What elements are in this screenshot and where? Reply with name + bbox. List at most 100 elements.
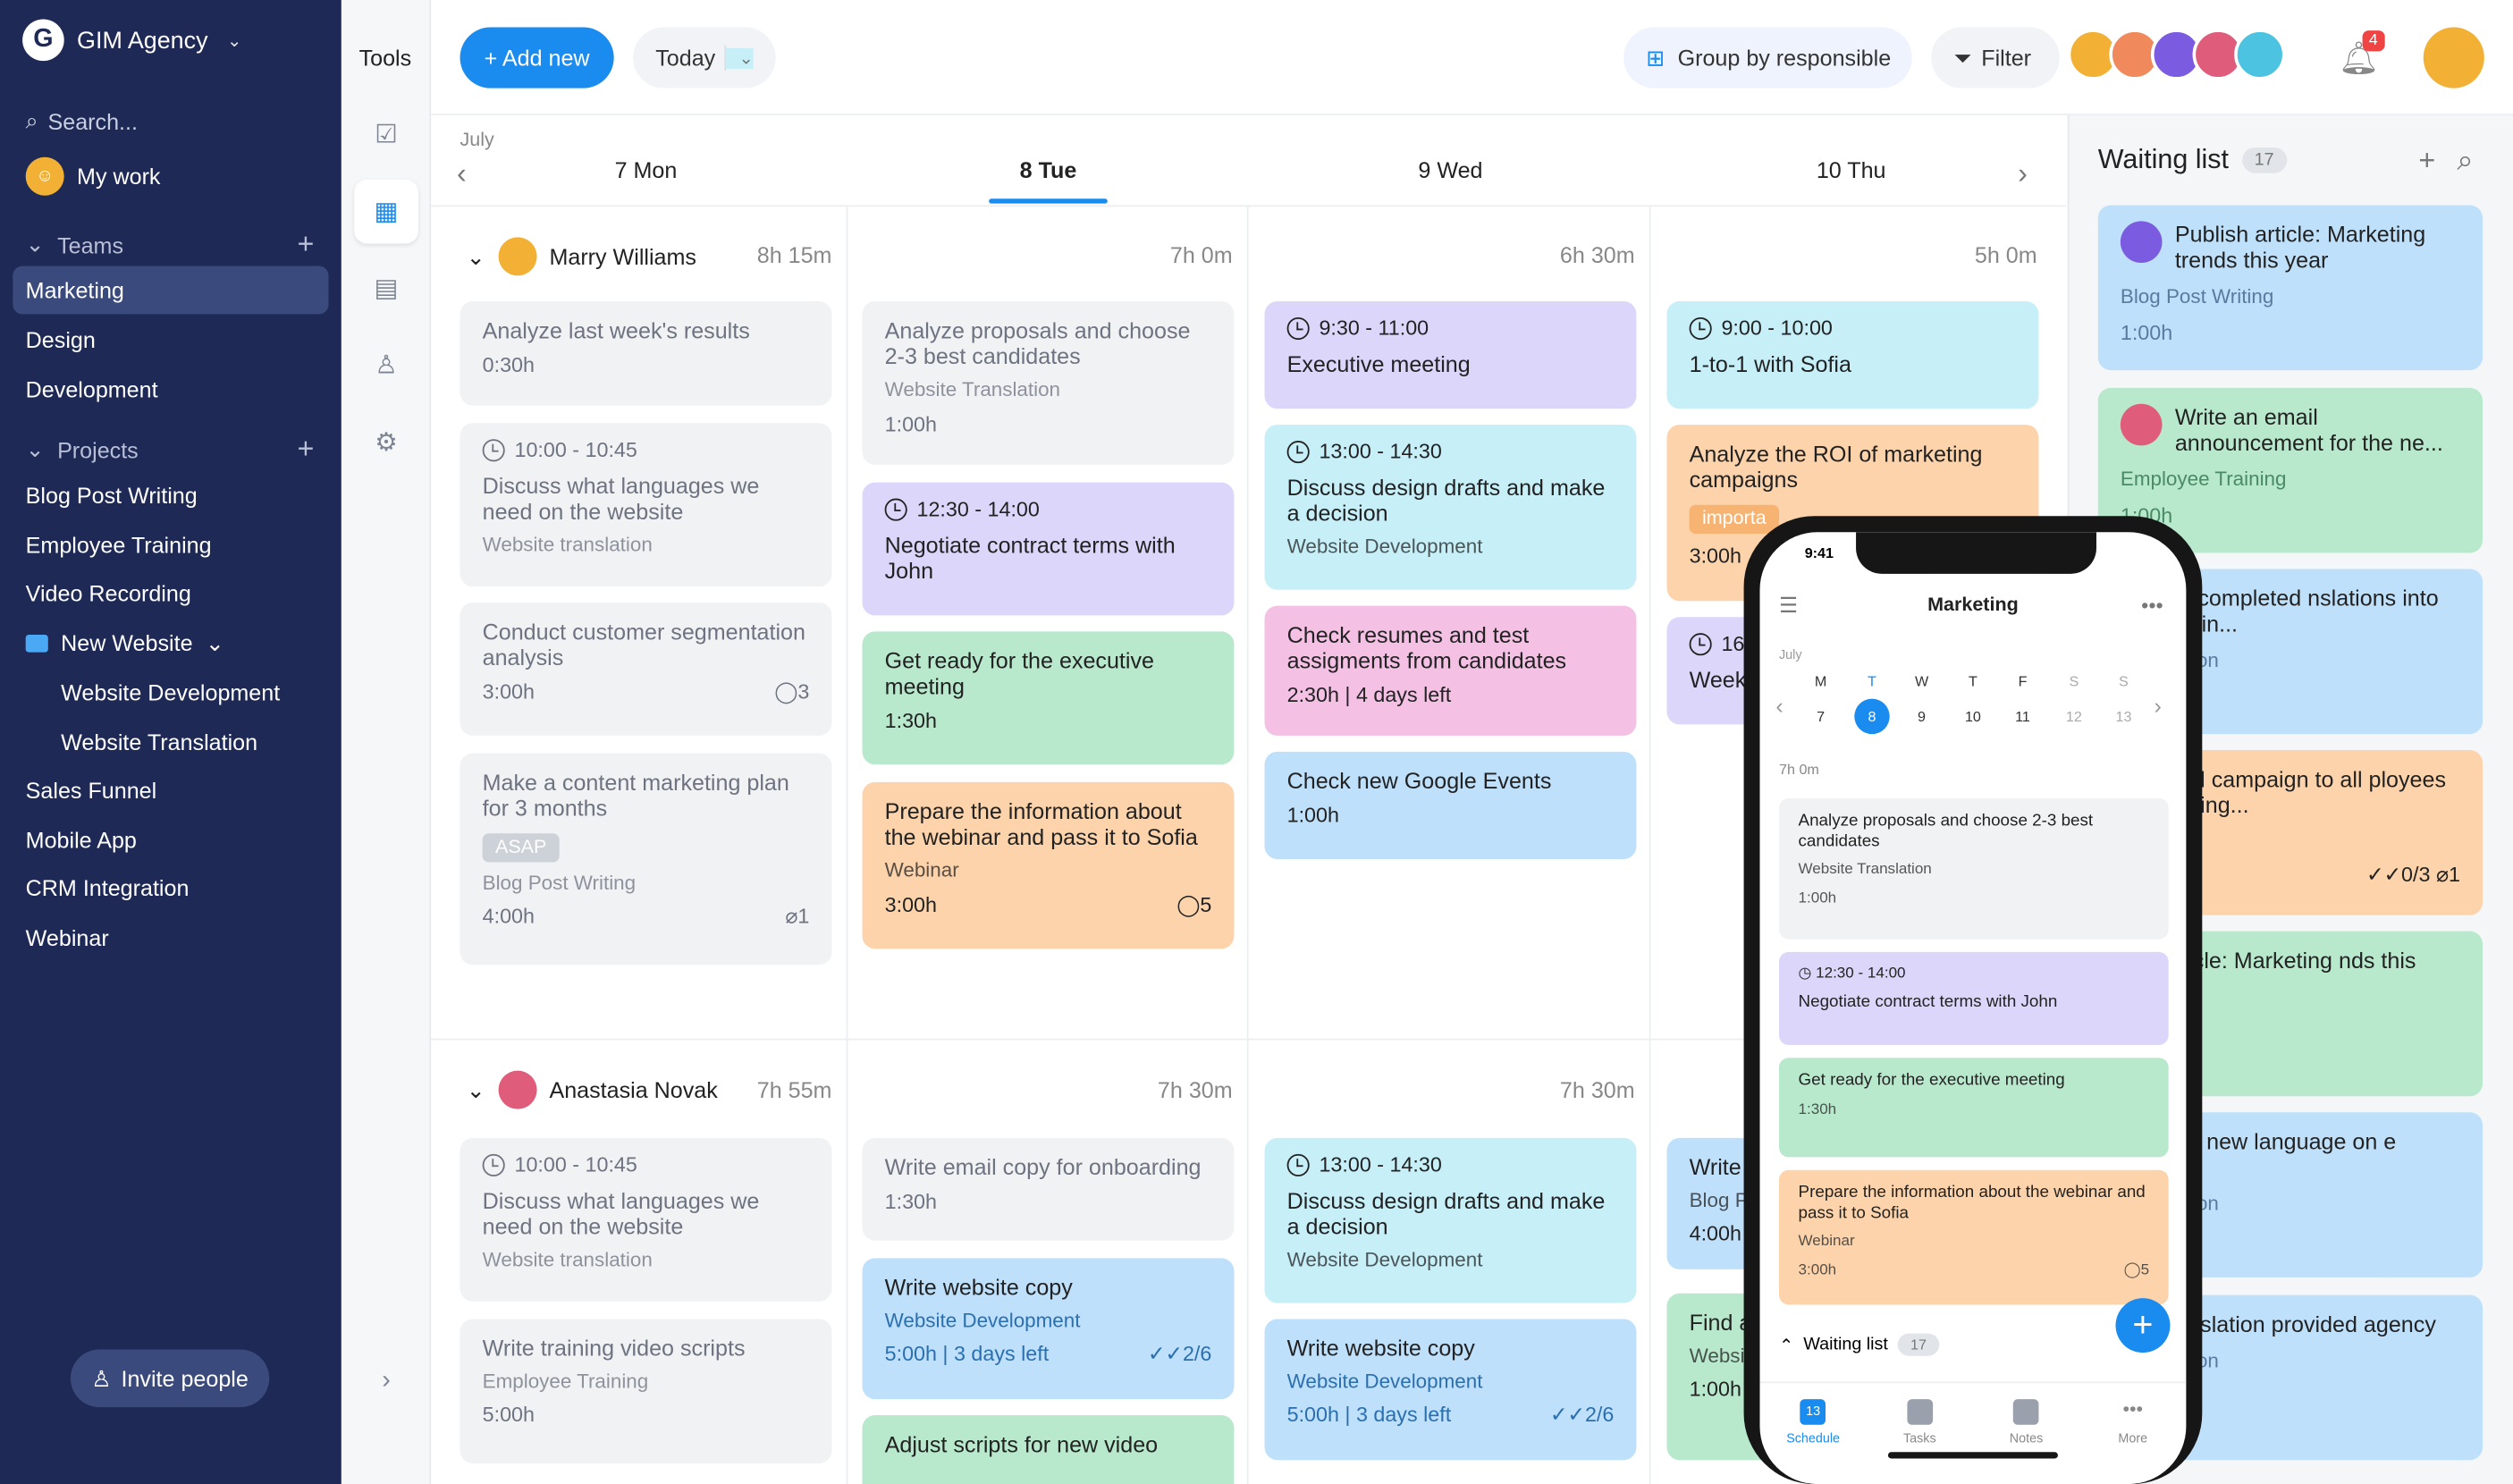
phone-event-card[interactable]: ◷ 12:30 - 14:00 Negotiate contract terms… [1779,951,2169,1045]
day-hours: 7h 30m [1157,1076,1233,1103]
day-header[interactable]: 9 Wed [1258,157,1642,183]
avatar [2120,221,2163,264]
task-card[interactable]: Check new Google Events 1:00h [1264,751,1637,859]
chevron-down-icon[interactable]: ⌄ [467,1076,485,1103]
sidebar-item-training[interactable]: Employee Training [13,521,328,569]
date-cell[interactable]: 11 [2003,699,2042,734]
teams-section[interactable]: ⌄ Teams + [26,228,315,262]
sidebar-item-web-dev[interactable]: Website Development [48,669,329,717]
phone-task-card[interactable]: Get ready for the executive meeting 1:30… [1779,1058,2169,1158]
calendar-icon: 13 [1800,1399,1826,1425]
sidebar-item-sales[interactable]: Sales Funnel [13,766,328,814]
task-card[interactable]: Analyze last week's results 0:30h [460,301,832,406]
search-icon[interactable]: ⌕ [2457,144,2473,178]
tab-schedule[interactable]: 13 Schedule [1759,1383,1866,1484]
weekday: S [2069,672,2079,689]
day-header[interactable]: 7 Mon [453,157,838,183]
task-time: 16 [1721,631,1745,656]
chevron-down-icon[interactable]: ⌄ [726,46,755,69]
task-card[interactable]: Adjust scripts for new video [862,1415,1235,1484]
add-fab-button[interactable]: + [2115,1298,2171,1353]
notes-tool[interactable]: ▤ [354,257,418,321]
add-team-icon[interactable]: + [298,228,315,262]
date-cell[interactable]: 12 [2054,699,2093,734]
task-card[interactable]: Make a content marketing plan for 3 mont… [460,753,832,965]
task-card[interactable]: Check resumes and test assigments from c… [1264,605,1637,736]
task-card[interactable]: Conduct customer segmentation analysis 3… [460,603,832,736]
task-card[interactable]: Get ready for the executive meeting 1:30… [862,631,1235,765]
event-card[interactable]: 9:00 - 10:00 1-to-1 with Sofia [1666,301,2039,409]
team-avatars[interactable] [2067,29,2286,80]
sidebar-item-webinar[interactable]: Webinar [13,914,328,962]
sidebar-item-blog[interactable]: Blog Post Writing [13,471,328,519]
add-project-icon[interactable]: + [298,433,315,467]
task-card[interactable]: 10:00 - 10:45 Discuss what languages we … [460,1137,832,1302]
expand-tool[interactable]: › [354,1350,418,1414]
filter-button[interactable]: ⏷ Filter [1931,27,2060,89]
task-card[interactable]: Analyze proposals and choose 2-3 best ca… [862,301,1235,465]
sidebar-item-crm[interactable]: CRM Integration [13,864,328,912]
task-card[interactable]: 10:00 - 10:45 Discuss what languages we … [460,423,832,587]
sidebar-item-web-trans[interactable]: Website Translation [48,718,329,766]
event-card[interactable]: 13:00 - 14:30 Discuss design drafts and … [1264,1137,1637,1303]
task-title: Analyze proposals and choose 2-3 best ca… [884,316,1191,369]
day-header[interactable]: 10 Thu [1659,157,2044,183]
date-cell[interactable]: 10 [1953,699,1992,734]
settings-tool[interactable]: ⚙ [354,410,418,475]
event-card[interactable]: 9:30 - 11:00 Executive meeting [1264,301,1637,409]
projects-section[interactable]: ⌄ Projects + [26,433,315,467]
task-duration: 3:00h [884,891,937,916]
chevron-down-icon[interactable]: ⌄ [467,243,485,270]
date-cell[interactable]: 7 [1801,699,1840,734]
calendar-tool[interactable]: ▦ [354,179,418,244]
sidebar-item-label: Sales Funnel [25,777,157,804]
task-card[interactable]: Write website copy Website Development 5… [1264,1319,1637,1461]
task-card[interactable]: Prepare the information about the webina… [862,781,1235,949]
sidebar-item-design[interactable]: Design [13,316,328,364]
my-work-link[interactable]: ☺ My work [25,156,161,196]
event-card[interactable]: 13:00 - 14:30 Discuss design drafts and … [1264,425,1637,590]
sidebar-item-mobile[interactable]: Mobile App [13,816,328,864]
chevron-right-icon[interactable]: › [2155,692,2162,718]
sidebar-item-marketing[interactable]: Marketing [13,266,329,315]
task-card[interactable]: Write email copy for onboarding 1:30h [862,1137,1235,1241]
tab-more[interactable]: ••• More [2079,1383,2186,1484]
event-card[interactable]: 12:30 - 14:00 Negotiate contract terms w… [862,482,1235,616]
workspace-switcher[interactable]: G GIM Agency ⌄ [22,19,242,62]
user-avatar[interactable] [2423,27,2484,89]
today-button[interactable]: Today ⌄ [633,27,776,89]
search-input[interactable]: ⌕ Search... [26,107,138,134]
phone-waiting-list[interactable]: ⌃ Waiting list 17 [1779,1333,1940,1356]
chevron-left-icon[interactable]: ‹ [1775,692,1783,718]
checklist-count: 2/6 [1182,1342,1212,1367]
person-row-header[interactable]: ⌄ Anastasia Novak [467,1070,718,1109]
sidebar-item-development[interactable]: Development [13,366,328,414]
invite-people-button[interactable]: ♙ Invite people [70,1349,270,1408]
date-cell-selected[interactable]: 8 [1854,698,1890,735]
day-header-today[interactable]: 8 Tue [856,157,1240,183]
phone-task-card[interactable]: Prepare the information about the webina… [1779,1169,2169,1305]
task-duration: 5:00h [482,1403,535,1428]
sidebar-item-new-website[interactable]: New Website ⌄ [13,619,328,667]
person-hours: 7h 55m [756,1076,832,1103]
tab-tasks[interactable]: Tasks [1867,1383,1973,1484]
sidebar-item-label: Development [25,376,158,402]
group-label: Group by responsible [1677,45,1892,71]
group-by-button[interactable]: ⊞ Group by responsible [1623,27,1912,89]
more-icon[interactable]: ••• [2141,593,2163,617]
person-row-header[interactable]: ⌄ Marry Williams [467,237,696,276]
date-cell[interactable]: 9 [1902,699,1941,734]
add-icon[interactable]: + [2418,144,2435,178]
date-cell[interactable]: 13 [2104,699,2143,734]
avatar[interactable] [2234,29,2286,80]
task-card[interactable]: Write website copy Website Development 5… [862,1258,1235,1400]
add-new-button[interactable]: + Add new [460,27,614,89]
waiting-card[interactable]: Publish article: Marketing trends this y… [2097,205,2483,371]
task-title: Check resumes and test assigments from c… [1286,621,1567,674]
phone-task-card[interactable]: Analyze proposals and choose 2-3 best ca… [1779,797,2169,940]
sidebar-item-video[interactable]: Video Recording [13,569,328,617]
tasks-tool[interactable]: ☑ [354,103,418,167]
people-tool[interactable]: ♙ [354,333,418,398]
tab-notes[interactable]: Notes [1973,1383,2079,1484]
task-card[interactable]: Write training video scripts Employee Tr… [460,1319,832,1463]
